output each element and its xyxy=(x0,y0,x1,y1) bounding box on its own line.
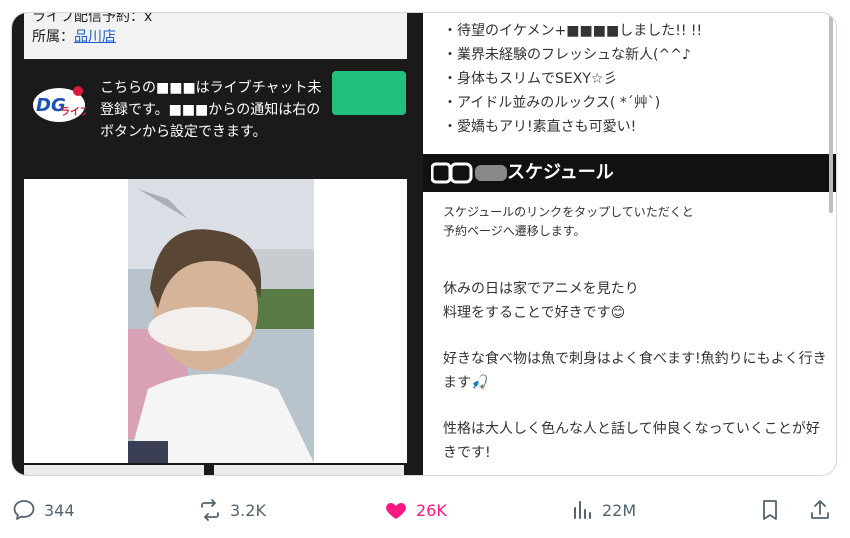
repost-button[interactable]: 3.2K xyxy=(198,496,266,524)
views-chart-icon xyxy=(574,501,591,519)
affiliation-link[interactable]: 品川店 xyxy=(74,29,116,45)
heart-icon xyxy=(386,503,406,519)
share-button[interactable] xyxy=(808,496,832,524)
description-line: 好きな食べ物は魚で刺身はよく食べます!魚釣りにもよく行きます🎣 xyxy=(443,351,827,391)
like-count: 26K xyxy=(416,500,447,520)
thumbnail[interactable] xyxy=(214,465,404,475)
description-line: 休みの日は家でアニメを見たり xyxy=(443,281,639,297)
tweet-action-bar: 344 3.2K 26K 22M xyxy=(0,490,850,538)
share-icon xyxy=(811,500,829,519)
notify-settings-button[interactable] xyxy=(332,71,406,115)
schedule-note-line: スケジュールのリンクをタップしていただくと xyxy=(443,205,694,219)
repost-count: 3.2K xyxy=(230,500,266,520)
feature-list: ・待望のイケメン+■■■■しました!! !! ・業界未経験のフレッシュな新人(^… xyxy=(443,19,833,139)
photo-frame xyxy=(24,179,407,463)
dg-logo-icon xyxy=(431,162,473,184)
reply-count: 344 xyxy=(44,500,75,520)
thumbnail[interactable] xyxy=(24,465,204,475)
left-screenshot[interactable]: ライフ配信予約：x 所属：品川店 DG ライブ こちらの■■■はライブチャット未… xyxy=(12,13,417,475)
photo-illustration xyxy=(128,179,314,463)
bookmark-button[interactable] xyxy=(758,496,782,524)
affiliation-label: 所属： xyxy=(32,29,74,45)
feature-item: ・愛嬌もアリ!素直さも可愛い! xyxy=(443,119,637,135)
redacted-name xyxy=(475,165,507,181)
svg-text:ライブ: ライブ xyxy=(60,105,86,118)
views-button[interactable]: 22M xyxy=(570,496,636,524)
live-reservation-text: ライフ配信予約：x xyxy=(32,12,153,25)
dg-live-logo: DG ライブ xyxy=(33,86,86,122)
bookmark-icon xyxy=(763,500,777,520)
schedule-header: スケジュール xyxy=(423,154,836,192)
profile-description: 休みの日は家でアニメを見たり 料理をすることで好きです😊 好きな食べ物は魚で刺身… xyxy=(443,233,833,465)
info-box: ライフ配信予約：x 所属：品川店 xyxy=(24,13,407,59)
tweet-media-card[interactable]: ライフ配信予約：x 所属：品川店 DG ライブ こちらの■■■はライブチャット未… xyxy=(11,12,837,476)
repost-icon xyxy=(201,499,219,521)
feature-item: ・業界未経験のフレッシュな新人(^^♪ xyxy=(443,47,691,63)
schedule-title: スケジュール xyxy=(507,162,614,183)
thumbnail-strip xyxy=(24,465,407,475)
affiliation-row: 所属：品川店 xyxy=(32,27,399,47)
description-line: 性格は大人しく色んな人と話して仲良くなっていくことが好きです! xyxy=(443,421,820,461)
feature-item: ・待望のイケメン+■■■■しました!! !! xyxy=(443,23,703,39)
like-button[interactable]: 26K xyxy=(384,496,447,524)
reply-icon xyxy=(13,500,35,520)
right-screenshot[interactable]: ・待望のイケメン+■■■■しました!! !! ・業界未経験のフレッシュな新人(^… xyxy=(423,13,836,475)
views-count: 22M xyxy=(602,500,637,520)
feature-item: ・アイドル並みのルックス( *´艸`) xyxy=(443,95,661,111)
description-line: 料理をすることで好きです😊 xyxy=(443,305,626,321)
notification-text: こちらの■■■はライブチャット未登録です。■■■からの通知は右のボタンから設定で… xyxy=(100,80,322,140)
profile-photo[interactable] xyxy=(128,179,314,463)
scrollbar[interactable] xyxy=(829,13,833,213)
reply-button[interactable]: 344 xyxy=(12,496,75,524)
feature-item: ・身体もスリムでSEXY☆彡 xyxy=(443,71,618,87)
notification-panel: DG ライブ こちらの■■■はライブチャット未登録です。■■■からの通知は右のボ… xyxy=(24,71,407,179)
